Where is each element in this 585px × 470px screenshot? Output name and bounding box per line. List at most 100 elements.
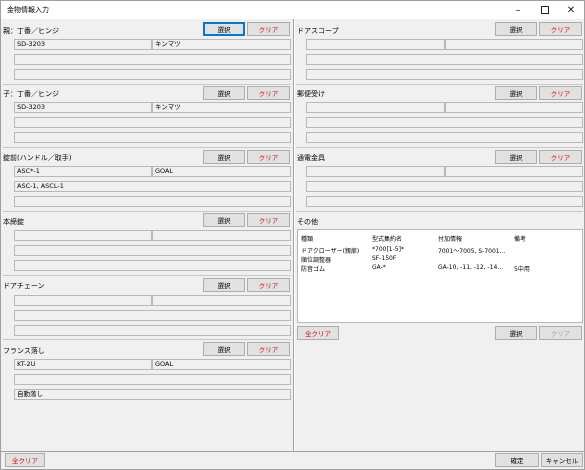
maker-field[interactable]: [152, 295, 291, 306]
maker-field[interactable]: キンマツ: [152, 39, 291, 50]
model-field[interactable]: [306, 166, 445, 177]
section-label: その他: [297, 218, 318, 226]
table-cell: 5中用: [514, 266, 530, 273]
cancel-button[interactable]: キャンセル: [541, 453, 583, 467]
select-button[interactable]: 選択: [495, 22, 537, 36]
select-button[interactable]: 選択: [203, 150, 245, 164]
clear-all-other-button[interactable]: 全クリア: [297, 326, 339, 340]
model-field[interactable]: ASC*-1: [14, 166, 152, 177]
note-field[interactable]: [306, 69, 583, 80]
ok-button[interactable]: 確定: [495, 453, 539, 467]
section-label: 本締錠: [3, 218, 24, 226]
clear-button[interactable]: クリア: [539, 22, 582, 36]
note-field[interactable]: 自動落し: [14, 389, 291, 400]
column-header[interactable]: 備考: [514, 234, 526, 243]
model-field[interactable]: [14, 230, 152, 241]
model-field[interactable]: [306, 102, 445, 113]
select-button[interactable]: 選択: [495, 150, 537, 164]
maker-field[interactable]: [445, 39, 583, 50]
select-button[interactable]: 選択: [203, 22, 245, 36]
model-field[interactable]: KT-2U: [14, 359, 152, 370]
model-field[interactable]: SD-3203: [14, 39, 152, 50]
clear-button[interactable]: クリア: [247, 86, 290, 100]
table-cell: 7001～7005, S-7001…: [438, 248, 506, 255]
extra-field[interactable]: [306, 117, 583, 128]
clear-button[interactable]: クリア: [247, 22, 290, 36]
section-label: 親：丁番／ヒンジ: [3, 27, 59, 35]
clear-button[interactable]: クリア: [539, 150, 582, 164]
select-button[interactable]: 選択: [203, 86, 245, 100]
extra-field[interactable]: [14, 245, 291, 256]
table-cell: ドアクローザー(親扉): [301, 248, 360, 255]
maximize-icon: [541, 6, 549, 14]
select-button[interactable]: 選択: [495, 86, 537, 100]
section-label: 錠前(ハンドル／取手): [3, 154, 72, 162]
select-button[interactable]: 選択: [495, 326, 537, 340]
model-field[interactable]: [306, 39, 445, 50]
maximize-button[interactable]: [532, 1, 558, 19]
maker-field[interactable]: GOAL: [152, 166, 291, 177]
extra-field[interactable]: ASC-1, ASCL-1: [14, 181, 291, 192]
minimize-button[interactable]: –: [505, 1, 531, 19]
maker-field[interactable]: GOAL: [152, 359, 291, 370]
note-field[interactable]: [306, 196, 583, 207]
title-bar: 金物情報入力 – ✕: [1, 1, 584, 19]
select-button[interactable]: 選択: [203, 213, 245, 227]
clear-button[interactable]: クリア: [247, 213, 290, 227]
extra-field[interactable]: [14, 54, 291, 65]
maker-field[interactable]: キンマツ: [152, 102, 291, 113]
divider: [296, 84, 583, 85]
extra-field[interactable]: [14, 374, 291, 385]
extra-field[interactable]: [306, 181, 583, 192]
extra-field[interactable]: [14, 310, 291, 321]
section-label: 郵便受け: [297, 90, 325, 98]
table-cell: *700[1-5]*: [372, 246, 404, 253]
clear-button[interactable]: クリア: [539, 326, 582, 340]
maker-field[interactable]: [445, 166, 583, 177]
column-header[interactable]: 付加情報: [438, 234, 462, 243]
table-cell: GA-*: [372, 264, 386, 271]
clear-button[interactable]: クリア: [247, 342, 290, 356]
section-label: フランス落し: [3, 347, 45, 355]
clear-all-button[interactable]: 全クリア: [5, 453, 45, 467]
section-label: ドアチェーン: [3, 282, 45, 290]
section-label: 子：丁番／ヒンジ: [3, 90, 59, 98]
divider: [3, 275, 291, 276]
note-field[interactable]: [14, 132, 291, 143]
footer-divider: [1, 451, 585, 452]
divider: [3, 211, 291, 212]
table-cell: SF-150F: [372, 255, 397, 262]
note-field[interactable]: [14, 69, 291, 80]
window-title: 金物情報入力: [7, 6, 49, 14]
close-button[interactable]: ✕: [558, 1, 584, 19]
divider: [296, 211, 583, 212]
note-field[interactable]: [14, 325, 291, 336]
maker-field[interactable]: [445, 102, 583, 113]
divider: [3, 147, 291, 148]
model-field[interactable]: SD-3203: [14, 102, 152, 113]
other-table[interactable]: 種類 型式集約名 付加情報 備考 ドアクローザー(親扉) *700[1-5]* …: [297, 229, 583, 323]
clear-button[interactable]: クリア: [247, 278, 290, 292]
maker-field[interactable]: [152, 230, 291, 241]
select-button[interactable]: 選択: [203, 342, 245, 356]
clear-button[interactable]: クリア: [247, 150, 290, 164]
column-header[interactable]: 型式集約名: [372, 234, 402, 243]
model-field[interactable]: [14, 295, 152, 306]
note-field[interactable]: [306, 132, 583, 143]
close-icon: ✕: [566, 4, 576, 16]
divider: [296, 147, 583, 148]
divider: [3, 84, 291, 85]
extra-field[interactable]: [306, 54, 583, 65]
clear-button[interactable]: クリア: [539, 86, 582, 100]
select-button[interactable]: 選択: [203, 278, 245, 292]
divider: [3, 339, 291, 340]
extra-field[interactable]: [14, 117, 291, 128]
pane-divider-highlight: [294, 19, 295, 451]
section-label: ドアスコープ: [297, 27, 339, 35]
column-header[interactable]: 種類: [301, 234, 313, 243]
window: 金物情報入力 – ✕ 親：丁番／ヒンジ 選択 クリア SD-3203 キンマツ …: [0, 0, 585, 470]
section-label: 通電金具: [297, 154, 325, 162]
note-field[interactable]: [14, 260, 291, 271]
note-field[interactable]: [14, 196, 291, 207]
table-cell: GA-10, -11, -12, -14…: [438, 264, 504, 271]
